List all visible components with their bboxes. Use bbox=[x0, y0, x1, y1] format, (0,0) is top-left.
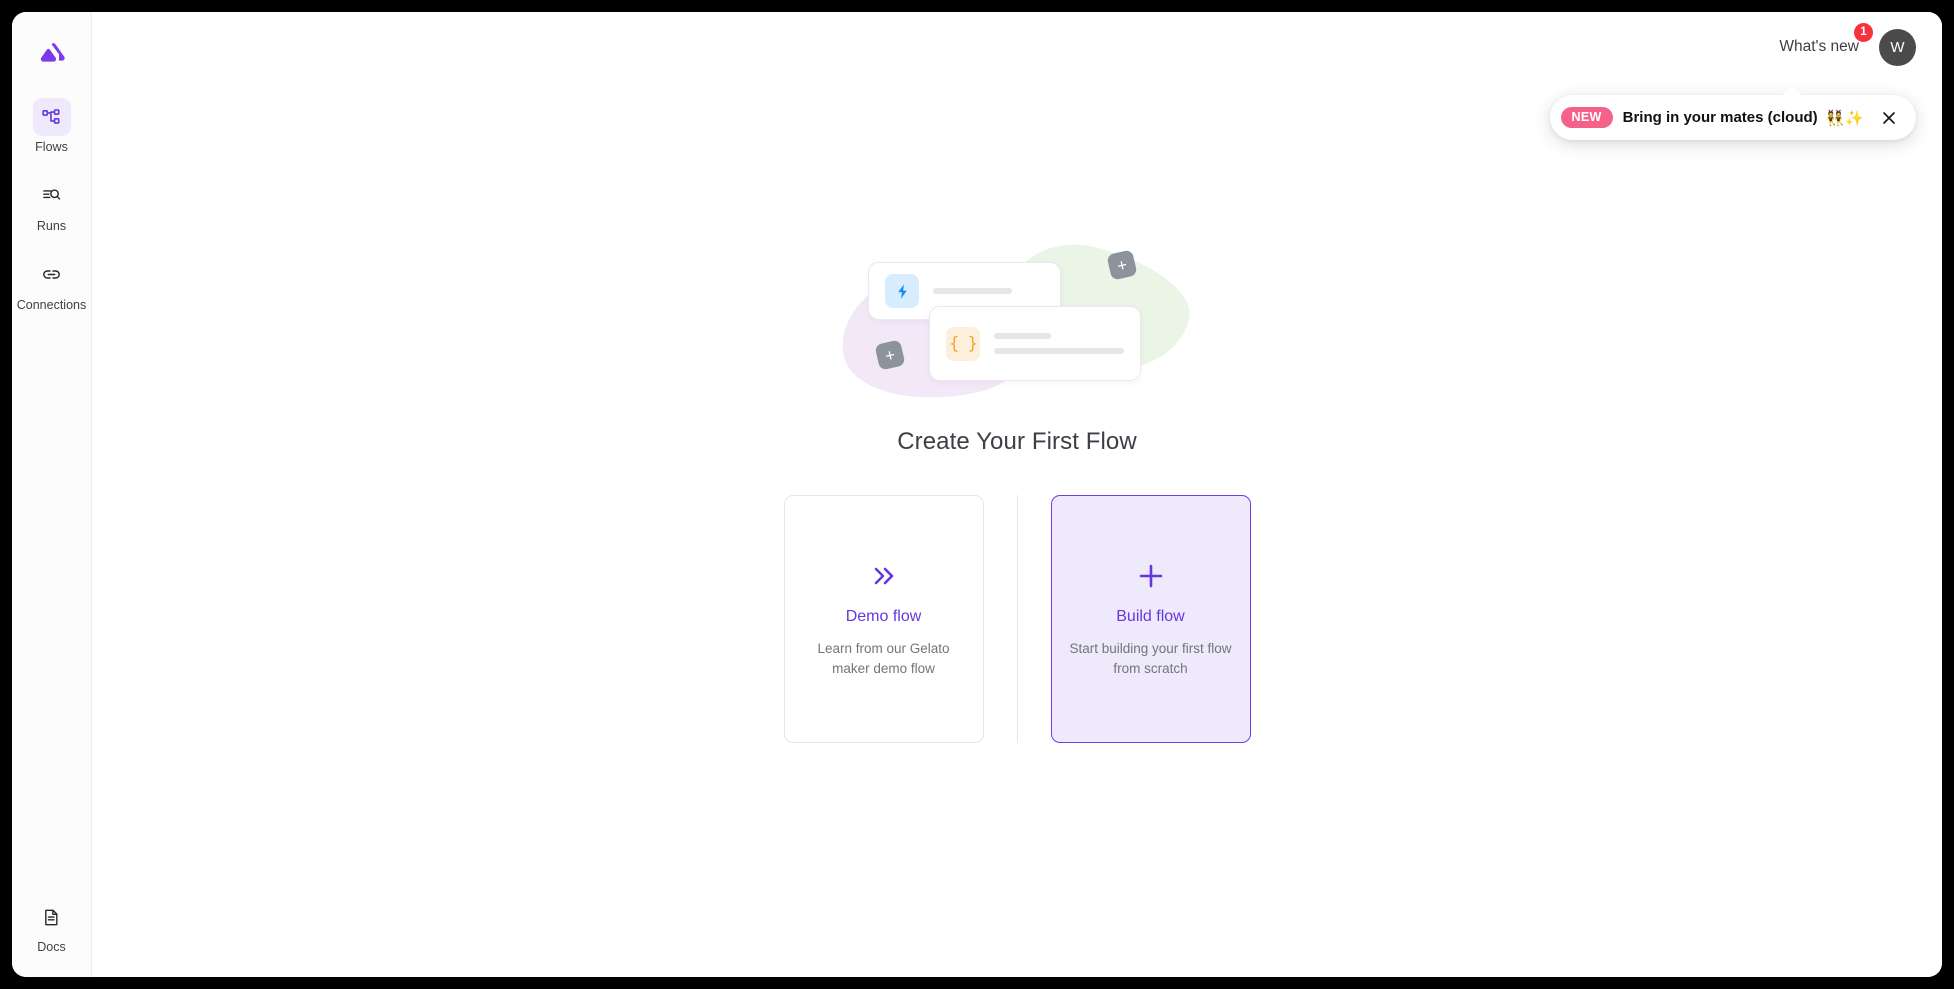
announcement-toast[interactable]: NEW Bring in your mates (cloud) 👯✨ bbox=[1549, 86, 1916, 140]
activepieces-logo-icon[interactable] bbox=[30, 32, 74, 76]
sidebar-item-connections[interactable]: Connections bbox=[12, 256, 91, 313]
plus-icon bbox=[1137, 559, 1165, 593]
docs-file-icon bbox=[33, 898, 71, 936]
flow-illustration: + { } + bbox=[829, 229, 1201, 418]
curly-braces-glyph: { } bbox=[949, 333, 978, 354]
whats-new-label: What's new bbox=[1779, 38, 1859, 55]
lightning-bolt-icon bbox=[885, 274, 919, 308]
topbar: What's new 1 W bbox=[1777, 12, 1942, 82]
build-flow-description: Start building your first flow from scra… bbox=[1069, 641, 1232, 676]
skeleton-line bbox=[933, 288, 1012, 294]
curly-braces-icon: { } bbox=[946, 326, 980, 361]
illustration-skeleton-lines bbox=[994, 333, 1124, 354]
options-divider bbox=[1016, 495, 1018, 743]
sidebar-item-label: Docs bbox=[37, 940, 66, 955]
toast-new-pill: NEW bbox=[1560, 107, 1613, 128]
toast-message: Bring in your mates (cloud) bbox=[1622, 109, 1818, 126]
skeleton-line bbox=[994, 333, 1051, 339]
main-content: What's new 1 W NEW Bring in your mates (… bbox=[92, 12, 1942, 977]
whats-new-badge: 1 bbox=[1854, 23, 1873, 42]
flow-creation-options: Demo flow Learn from our Gelato maker de… bbox=[783, 495, 1251, 743]
close-icon[interactable] bbox=[1879, 108, 1899, 128]
skeleton-line bbox=[994, 348, 1124, 354]
sidebar-item-label: Flows bbox=[35, 140, 68, 154]
sidebar-item-docs[interactable]: Docs bbox=[12, 898, 91, 955]
illustration-skeleton-lines bbox=[933, 288, 1044, 294]
avatar[interactable]: W bbox=[1879, 28, 1916, 66]
page-title: Create Your First Flow bbox=[897, 428, 1137, 455]
sidebar-item-label: Connections bbox=[16, 297, 87, 312]
sidebar-item-runs[interactable]: Runs bbox=[12, 177, 91, 234]
demo-flow-description: Learn from our Gelato maker demo flow bbox=[817, 641, 950, 676]
whats-new-button[interactable]: What's new 1 bbox=[1777, 23, 1873, 60]
sidebar-bottom: Docs bbox=[12, 898, 91, 955]
demo-flow-title: Demo flow bbox=[845, 608, 922, 626]
toast-emoji: 👯✨ bbox=[1825, 109, 1865, 127]
sidebar-item-flows[interactable]: Flows bbox=[12, 98, 91, 155]
sidebar-nav-list: Flows Runs Connections bbox=[12, 98, 91, 334]
flows-workflow-icon bbox=[32, 98, 71, 136]
connections-link-icon bbox=[33, 256, 71, 294]
illustration-code-card: { } bbox=[929, 306, 1141, 381]
build-flow-title: Build flow bbox=[1116, 608, 1185, 626]
build-flow-card[interactable]: Build flow Start building your first flo… bbox=[1050, 495, 1251, 743]
app-window: Flows Runs Connections Docs What's new 1… bbox=[12, 12, 1942, 977]
demo-flow-card[interactable]: Demo flow Learn from our Gelato maker de… bbox=[783, 495, 984, 743]
runs-search-list-icon bbox=[33, 177, 71, 215]
sidebar-item-label: Runs bbox=[36, 218, 67, 233]
screen-root: Flows Runs Connections Docs What's new 1… bbox=[0, 0, 1954, 989]
sidebar: Flows Runs Connections Docs bbox=[12, 12, 92, 977]
empty-state-hero: + { } + Create Your First Flow Demo flow… bbox=[92, 12, 1942, 977]
double-chevron-right-icon bbox=[869, 559, 899, 593]
